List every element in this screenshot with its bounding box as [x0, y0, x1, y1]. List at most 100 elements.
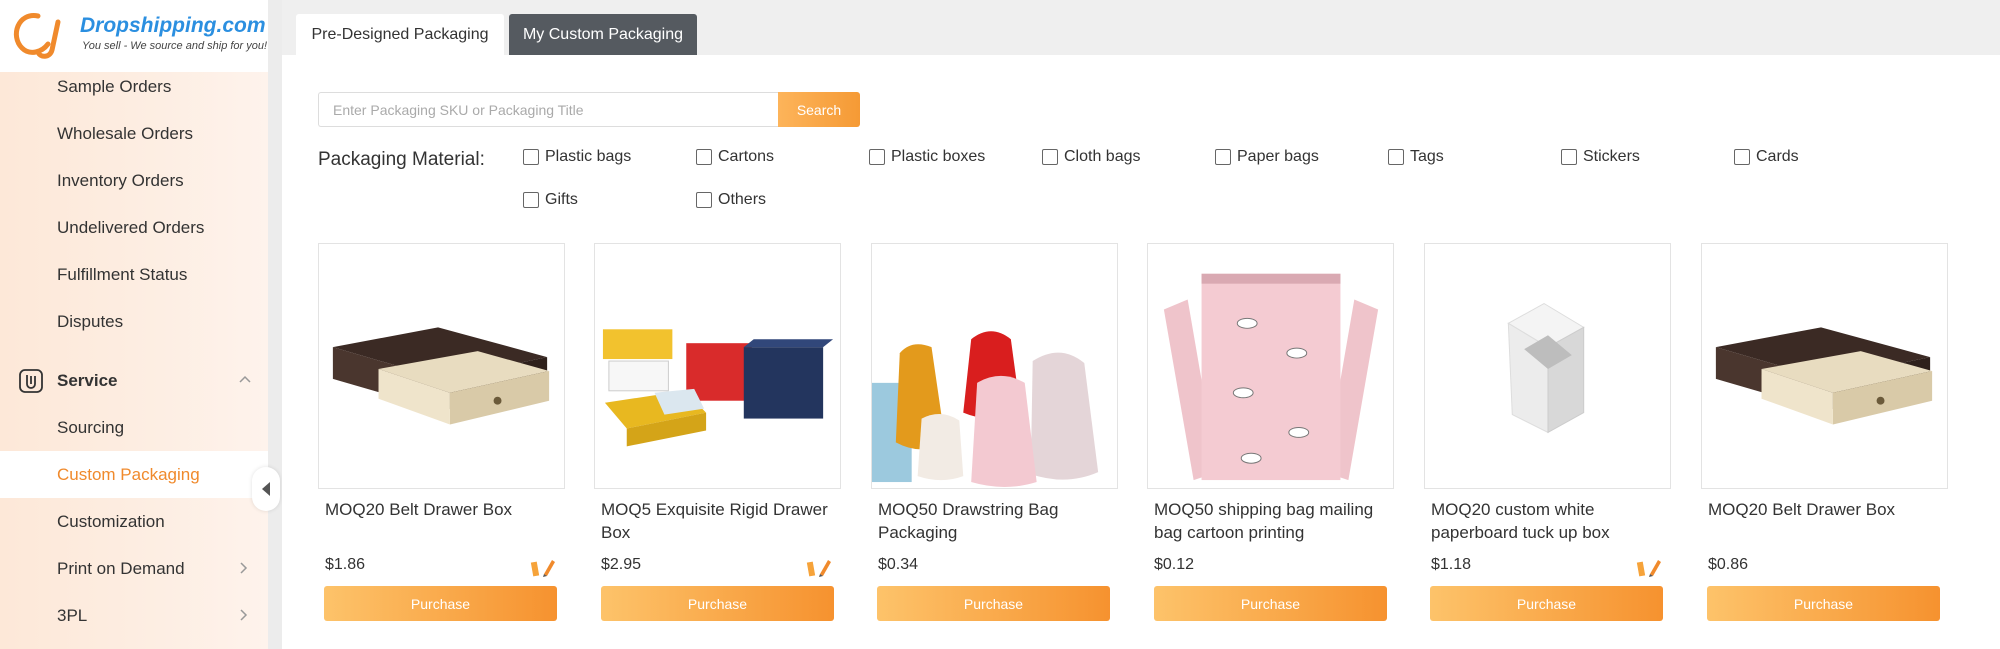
- checkbox[interactable]: [1042, 149, 1058, 165]
- service-clip-icon: [19, 369, 43, 393]
- product-image[interactable]: [594, 243, 841, 489]
- checkbox[interactable]: [869, 149, 885, 165]
- sidebar-item-sample-orders[interactable]: Sample Orders: [0, 63, 268, 110]
- purchase-button[interactable]: Purchase: [601, 586, 834, 621]
- customize-pencil-icon[interactable]: [530, 556, 556, 578]
- sidebar-item-sourcing[interactable]: Sourcing: [0, 404, 268, 451]
- sidebar-section-label: Service: [57, 370, 118, 390]
- product-name[interactable]: MOQ50 shipping bag mailing bag cartoon p…: [1154, 498, 1399, 544]
- filter-label: Paper bags: [1237, 148, 1319, 165]
- product-image[interactable]: [871, 243, 1118, 489]
- search-button[interactable]: Search: [778, 92, 860, 127]
- sidebar-item-inventory-orders[interactable]: Inventory Orders: [0, 157, 268, 204]
- product-name[interactable]: MOQ20 custom white paperboard tuck up bo…: [1431, 498, 1676, 544]
- filter-plastic-boxes[interactable]: Plastic boxes: [869, 148, 985, 166]
- product-name[interactable]: MOQ20 Belt Drawer Box: [1708, 498, 1953, 521]
- checkbox[interactable]: [696, 149, 712, 165]
- product-image[interactable]: [1147, 243, 1394, 489]
- product-image[interactable]: [318, 243, 565, 489]
- purchase-button[interactable]: Purchase: [1154, 586, 1387, 621]
- sidebar-item-label: Wholesale Orders: [57, 123, 194, 143]
- sidebar-item-label: 3PL: [57, 605, 88, 625]
- purchase-button[interactable]: Purchase: [1430, 586, 1663, 621]
- sidebar-item-custom-packaging[interactable]: Custom Packaging: [0, 451, 268, 498]
- filter-label: Cloth bags: [1064, 148, 1141, 165]
- chevron-right-icon: [240, 609, 248, 621]
- customize-pencil-icon[interactable]: [806, 556, 832, 578]
- cj-logo-icon: [14, 13, 61, 59]
- product-price: $1.18: [1431, 556, 1472, 573]
- filter-tags[interactable]: Tags: [1388, 148, 1444, 166]
- tab-my-custom-packaging[interactable]: My Custom Packaging: [509, 14, 697, 55]
- purchase-button[interactable]: Purchase: [877, 586, 1110, 621]
- drawstring-bags-image: [872, 331, 1099, 488]
- filter-gifts[interactable]: Gifts: [523, 191, 578, 209]
- mailer-bags-image: [1163, 273, 1379, 481]
- chevron-right-icon: [240, 562, 248, 574]
- sidebar-item-undelivered-orders[interactable]: Undelivered Orders: [0, 204, 268, 251]
- filter-cartons[interactable]: Cartons: [696, 148, 774, 166]
- product-name[interactable]: MOQ20 Belt Drawer Box: [325, 498, 570, 521]
- tab-pre-designed-packaging[interactable]: Pre-Designed Packaging: [296, 14, 504, 55]
- filter-label: Plastic boxes: [891, 148, 986, 165]
- product-price: $2.95: [601, 556, 642, 573]
- sidebar-item-label: Customization: [57, 511, 165, 531]
- checkbox[interactable]: [1215, 149, 1231, 165]
- filter-label: Others: [718, 191, 767, 208]
- sidebar-item-print-on-demand[interactable]: Print on Demand: [0, 545, 268, 592]
- sidebar-item-customization[interactable]: Customization: [0, 498, 268, 545]
- filter-label: Cartons: [718, 148, 775, 165]
- search-input[interactable]: [318, 92, 778, 127]
- filter-stickers[interactable]: Stickers: [1561, 148, 1640, 166]
- rigid-boxes-image: [602, 329, 834, 447]
- sidebar-item-label: Inventory Orders: [57, 170, 184, 190]
- sidebar-item-label: Undelivered Orders: [57, 217, 205, 237]
- purchase-button[interactable]: Purchase: [324, 586, 557, 621]
- product-image[interactable]: [1701, 243, 1948, 489]
- product-image[interactable]: [1424, 243, 1671, 489]
- caret-left-icon: [262, 482, 270, 496]
- checkbox[interactable]: [523, 149, 539, 165]
- logo[interactable]: Dropshipping.com You sell - We source an…: [0, 0, 268, 72]
- sidebar-item-disputes[interactable]: Disputes: [0, 298, 268, 345]
- product-name[interactable]: MOQ5 Exquisite Rigid Drawer Box: [601, 498, 846, 544]
- sidebar-item-label: Print on Demand: [57, 558, 185, 578]
- filter-label: Plastic bags: [545, 148, 632, 165]
- sidebar-item-wholesale-orders[interactable]: Wholesale Orders: [0, 110, 268, 157]
- sidebar-item-label: Sample Orders: [57, 76, 172, 96]
- white-box-image: [1507, 302, 1585, 434]
- checkbox[interactable]: [696, 192, 712, 208]
- checkbox[interactable]: [1734, 149, 1750, 165]
- sidebar-item-fulfillment-status[interactable]: Fulfillment Status: [0, 251, 268, 298]
- customize-pencil-icon[interactable]: [1636, 556, 1662, 578]
- sidebar-item-label: Fulfillment Status: [57, 264, 188, 284]
- checkbox[interactable]: [1561, 149, 1577, 165]
- filter-cards[interactable]: Cards: [1734, 148, 1799, 166]
- purchase-button[interactable]: Purchase: [1707, 586, 1940, 621]
- product-price: $0.34: [878, 556, 919, 573]
- checkbox[interactable]: [1388, 149, 1404, 165]
- filter-label: Cards: [1756, 148, 1799, 165]
- chevron-up-icon: [239, 375, 251, 383]
- product-price: $0.86: [1708, 556, 1749, 573]
- filter-label: Gifts: [545, 191, 578, 208]
- logo-title: Dropshipping.com: [80, 14, 266, 37]
- sidebar-item-label: Sourcing: [57, 417, 125, 437]
- checkbox[interactable]: [523, 192, 539, 208]
- product-name[interactable]: MOQ50 Drawstring Bag Packaging: [878, 498, 1123, 544]
- filter-plastic-bags[interactable]: Plastic bags: [523, 148, 631, 166]
- drawer-box-image: [1715, 327, 1933, 425]
- collapse-sidebar-button[interactable]: [252, 467, 280, 511]
- sidebar-item-label: Custom Packaging: [57, 464, 200, 484]
- product-price: $1.86: [325, 556, 366, 573]
- filter-cloth-bags[interactable]: Cloth bags: [1042, 148, 1141, 166]
- product-price: $0.12: [1154, 556, 1195, 573]
- drawer-box-image: [332, 327, 550, 425]
- packaging-material-label: Packaging Material:: [318, 149, 485, 170]
- sidebar-item-3pl[interactable]: 3PL: [0, 592, 268, 639]
- sidebar-section-service[interactable]: Service: [0, 357, 268, 404]
- filter-label: Stickers: [1583, 148, 1640, 165]
- filter-label: Tags: [1410, 148, 1444, 165]
- filter-paper-bags[interactable]: Paper bags: [1215, 148, 1319, 166]
- filter-others[interactable]: Others: [696, 191, 766, 209]
